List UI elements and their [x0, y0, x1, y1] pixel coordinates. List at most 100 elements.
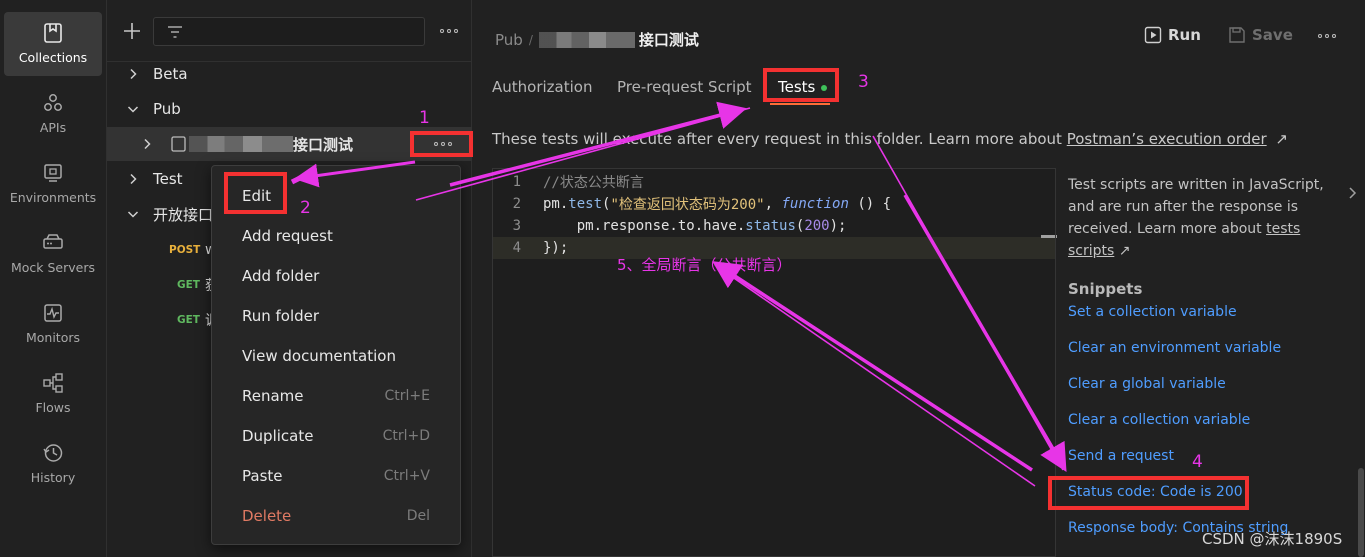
line-number: 3 [512, 218, 521, 234]
snippet-link[interactable]: Clear a global variable [1068, 376, 1226, 392]
breadcrumb: Pub / 接口测试 [495, 29, 699, 50]
sidebar-more-icon[interactable] [440, 29, 458, 33]
method-badge: GET [177, 314, 200, 326]
code-text: test [568, 196, 603, 212]
menu-item-add-request[interactable]: Add request [212, 216, 460, 256]
folder-tabs: Authorization Pre-request Script Tests [472, 72, 1365, 108]
method-badge: POST [169, 244, 201, 256]
environments-icon [44, 164, 62, 182]
header-more-icon[interactable] [1318, 34, 1336, 38]
folder-context-menu: Edit Add request Add folder Run folder V… [211, 165, 461, 545]
breadcrumb-separator: / [528, 32, 533, 47]
chevron-right-icon [144, 138, 151, 150]
chevron-right-icon [130, 173, 137, 185]
menu-item-rename[interactable]: Rename Ctrl+E [212, 376, 460, 416]
snippets-title: Snippets [1068, 280, 1143, 298]
code-text: }); [543, 240, 569, 256]
shortcut-label: Del [406, 508, 430, 524]
code-text: function [781, 196, 849, 212]
menu-item-label: Add request [242, 227, 333, 245]
code-text: pm. [543, 196, 569, 212]
breadcrumb-parent[interactable]: Pub [495, 31, 523, 49]
rail-item-collections[interactable]: Collections [4, 12, 102, 76]
execution-order-link[interactable]: Postman’s execution order [1067, 130, 1267, 148]
save-icon [1229, 27, 1245, 43]
rail-label: Flows [35, 400, 71, 415]
rail-item-mock-servers[interactable]: Mock Servers [4, 222, 102, 286]
chevron-right-icon [130, 68, 137, 80]
snippet-link[interactable]: Set a collection variable [1068, 304, 1237, 320]
tree-item-label: Beta [153, 65, 188, 83]
redacted-text [189, 136, 293, 152]
tree-item-label: 开放接口 [153, 205, 214, 224]
code-text: "检查返回状态码为200" [610, 197, 765, 213]
tree-item-beta[interactable]: Beta [107, 57, 472, 91]
external-link-icon: ↗ [1118, 243, 1131, 259]
flows-icon [43, 373, 63, 393]
code-text: //状态公共断言 [543, 175, 644, 191]
method-badge: GET [177, 279, 200, 291]
tab-pre-request-script[interactable]: Pre-request Script [617, 78, 752, 96]
chevron-down-icon [127, 106, 139, 113]
menu-item-paste[interactable]: Paste Ctrl+V [212, 456, 460, 496]
tree-item-label: Test [153, 170, 183, 188]
annotation-box-3 [763, 68, 839, 102]
description-text: These tests will execute after every req… [492, 130, 1067, 148]
menu-item-add-folder[interactable]: Add folder [212, 256, 460, 296]
run-label: Run [1168, 26, 1201, 44]
rail-item-apis[interactable]: APIs [4, 82, 102, 146]
apis-icon [44, 94, 62, 111]
chevron-right-icon[interactable] [1348, 186, 1358, 200]
annotation-number: 2 [300, 198, 311, 218]
shortcut-label: Ctrl+V [383, 468, 430, 484]
annotation-number: 1 [419, 108, 430, 128]
rail-item-flows[interactable]: Flows [4, 362, 102, 426]
rail-item-environments[interactable]: Environments [4, 152, 102, 216]
menu-item-label: View documentation [242, 347, 396, 365]
menu-item-label: Duplicate [242, 427, 314, 445]
shortcut-label: Ctrl+D [382, 428, 430, 444]
help-scrollbar[interactable] [1358, 468, 1364, 557]
help-description: Test scripts are written in JavaScript, … [1068, 174, 1328, 262]
menu-item-label: Delete [242, 507, 292, 525]
line-number: 2 [512, 196, 521, 212]
annotation-label: 5、全局断言（公共断言） [617, 256, 792, 274]
save-button[interactable]: Save [1228, 26, 1293, 44]
code-text: () { [848, 196, 892, 212]
code-line: 1 //状态公共断言 [493, 171, 1055, 193]
sidebar-toolbar [107, 0, 472, 62]
filter-input[interactable] [153, 17, 425, 46]
run-button[interactable]: Run [1144, 26, 1201, 44]
annotation-number: 4 [1192, 452, 1203, 472]
rail-item-history[interactable]: History [4, 432, 102, 496]
tree-item-pub[interactable]: Pub [107, 92, 472, 126]
filter-icon [168, 26, 182, 38]
active-tab-indicator [770, 103, 830, 105]
rail-label: APIs [39, 120, 67, 135]
rail-label: Monitors [25, 330, 81, 345]
snippet-link[interactable]: Clear an environment variable [1068, 340, 1281, 356]
annotation-box-1 [410, 131, 473, 157]
menu-item-duplicate[interactable]: Duplicate Ctrl+D [212, 416, 460, 456]
folder-editor-pane: Pub / 接口测试 Run Save Authorization Pre-re… [472, 0, 1365, 557]
chevron-down-icon [127, 211, 139, 218]
pane-header: Pub / 接口测试 Run Save [472, 0, 1365, 72]
collections-icon [44, 23, 62, 43]
plus-icon[interactable] [121, 20, 143, 42]
code-text: status [745, 218, 796, 234]
snippet-link[interactable]: Send a request [1068, 448, 1174, 464]
rail-label: Collections [18, 50, 88, 65]
code-text: pm.response.to.have. [543, 218, 746, 234]
rail-item-monitors[interactable]: Monitors [4, 292, 102, 356]
menu-item-view-documentation[interactable]: View documentation [212, 336, 460, 376]
tree-item-label: Pub [153, 100, 181, 118]
tab-authorization[interactable]: Authorization [492, 78, 592, 96]
menu-item-run-folder[interactable]: Run folder [212, 296, 460, 336]
line-number: 4 [512, 240, 521, 256]
tests-description: These tests will execute after every req… [492, 130, 1288, 148]
code-editor[interactable]: 1//状态公共断言 2 pm. test("检查返回状态码为200", functi… [492, 168, 1057, 557]
menu-item-delete[interactable]: Delete Del [212, 496, 460, 536]
code-text: ( [602, 196, 611, 212]
rail-label: History [30, 470, 76, 485]
snippet-link[interactable]: Clear a collection variable [1068, 412, 1250, 428]
